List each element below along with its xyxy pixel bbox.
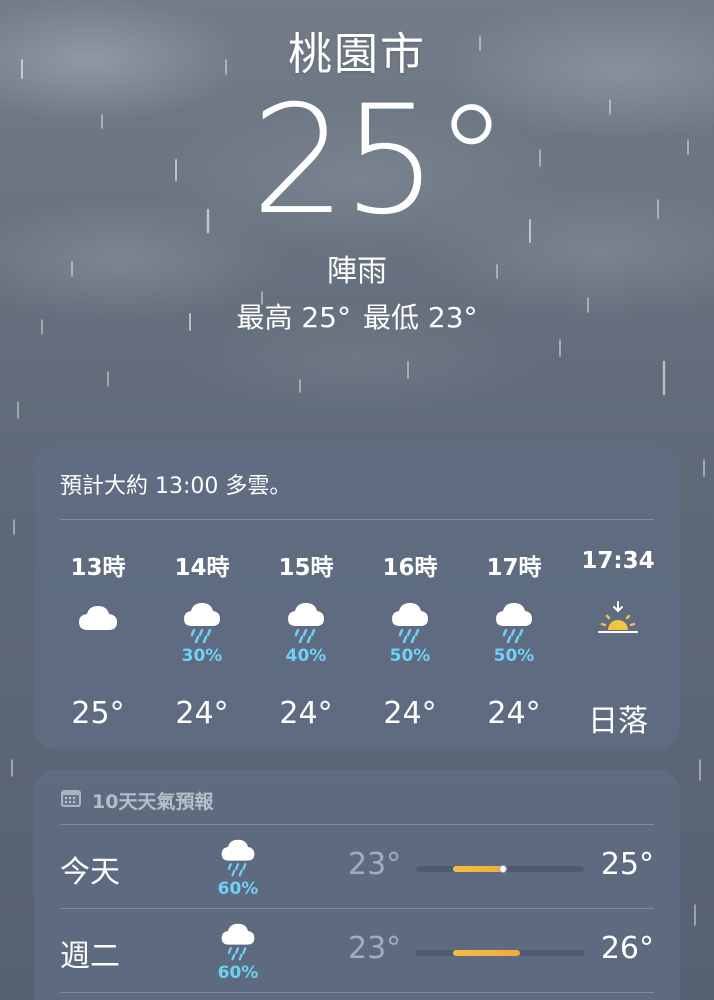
hourly-list[interactable]: 13時 25° 14時 30% 24° 15時 40% 24° 16時 50% … — [34, 520, 680, 749]
hour-item: 16時 50% 24° — [358, 520, 462, 749]
precip-probability: 30% — [181, 646, 223, 666]
hour-temperature: 24° — [175, 696, 229, 731]
hour-time: 14時 — [174, 555, 230, 581]
calendar-icon — [60, 788, 82, 812]
precip-probability: 60% — [217, 963, 259, 983]
hour-time: 17時 — [486, 555, 542, 581]
low-temperature: 最低 23° — [363, 301, 478, 334]
hour-item: 15時 40% 24° — [254, 520, 358, 749]
cloud-rain-icon — [218, 921, 258, 961]
precip-probability: 50% — [389, 646, 431, 666]
day-name: 週二 — [60, 939, 120, 974]
precip-probability: 60% — [217, 879, 259, 899]
day-row-tuesday[interactable]: 週二 60% 23° 26° — [60, 909, 654, 993]
cloud-rain-icon — [150, 600, 254, 644]
daily-forecast-card[interactable]: 10天天氣預報 今天 60% 23° 25° 週二 60% 23° 26° — [34, 770, 680, 1000]
hour-item: 17時 50% 24° — [462, 520, 566, 749]
high-temperature: 最高 25° — [236, 301, 351, 334]
hour-time: 17:34 — [581, 548, 655, 574]
temperature-range-bar — [416, 865, 584, 873]
sunset-label: 日落 — [588, 704, 648, 739]
current-temperature-marker — [499, 865, 508, 873]
cloud-rain-icon — [254, 600, 358, 644]
hour-item-sunset: 17:34 日落 — [566, 520, 670, 749]
high-temperature: 25° — [600, 847, 654, 882]
day-row-today[interactable]: 今天 60% 23° 25° — [60, 825, 654, 909]
high-low-temperature: 最高 25° 最低 23° — [0, 296, 714, 336]
current-temperature: 25° — [251, 74, 509, 248]
hour-time: 13時 — [70, 555, 126, 581]
high-temperature: 26° — [600, 931, 654, 966]
daily-forecast-title: 10天天氣預報 — [92, 790, 214, 813]
cloud-rain-icon — [218, 837, 258, 877]
cloud-rain-icon — [358, 600, 462, 644]
daily-forecast-header: 10天天氣預報 — [60, 770, 654, 825]
hour-temperature: 24° — [487, 696, 541, 731]
hour-item: 14時 30% 24° — [150, 520, 254, 749]
city-name: 桃園市 — [288, 29, 426, 80]
low-temperature: 23° — [348, 931, 402, 966]
precip-probability: 50% — [493, 646, 535, 666]
hourly-forecast-card[interactable]: 預計大約 13:00 多雲。 13時 25° 14時 30% 24° 15時 4… — [34, 446, 680, 749]
hourly-summary: 預計大約 13:00 多雲。 — [60, 446, 654, 520]
day-name: 今天 — [60, 855, 120, 890]
hour-time: 15時 — [278, 555, 334, 581]
hour-item: 13時 25° — [46, 520, 150, 749]
hour-temperature: 25° — [71, 696, 125, 731]
cloud-rain-icon — [462, 600, 566, 644]
temperature-range-fill — [452, 866, 504, 872]
current-weather-header: 桃園市 25° 陣雨 最高 25° 最低 23° — [0, 18, 714, 336]
low-temperature: 23° — [348, 847, 402, 882]
hour-time: 16時 — [382, 555, 438, 581]
sunset-icon — [566, 600, 670, 644]
cloud-icon — [46, 600, 150, 644]
hour-temperature: 24° — [279, 696, 333, 731]
temperature-range-bar — [416, 950, 584, 956]
hour-temperature: 24° — [383, 696, 437, 731]
temperature-range-fill — [452, 950, 521, 956]
precip-probability: 40% — [285, 646, 327, 666]
weather-condition: 陣雨 — [327, 254, 387, 289]
